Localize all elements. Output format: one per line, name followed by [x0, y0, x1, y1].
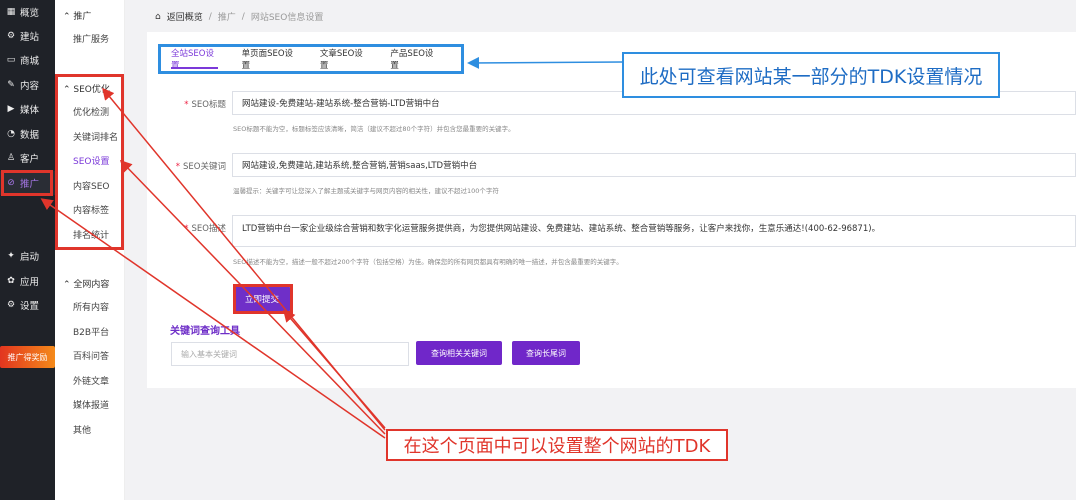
- nav-item-content[interactable]: ✎ 内容: [0, 73, 55, 97]
- home-icon[interactable]: ⌂: [155, 12, 161, 22]
- seo-keywords-label: * SEO关键词: [175, 162, 226, 172]
- nav-item-settings[interactable]: ⚙ 设置: [0, 293, 55, 317]
- nav-item-customer[interactable]: ♙ 客户: [0, 146, 55, 170]
- sub-item-other[interactable]: 其他: [73, 423, 91, 436]
- gear-icon: ⚙: [6, 31, 16, 41]
- nav-item-media[interactable]: ▶ 媒体: [0, 97, 55, 121]
- sub-item-promotion-service[interactable]: 推广服务: [73, 32, 109, 45]
- sub-item-all-content[interactable]: 所有内容: [73, 300, 109, 313]
- rocket-icon: ✦: [7, 251, 15, 261]
- user-icon: ♙: [6, 153, 16, 163]
- nav-item-shop[interactable]: ▭ 商城: [0, 48, 55, 72]
- sub-item-media-reports[interactable]: 媒体报道: [73, 398, 109, 411]
- group-title-all-content[interactable]: ⌃ 全网内容: [63, 277, 109, 290]
- seo-title-label: * SEO标题: [184, 100, 226, 110]
- grid-icon: ▦: [6, 7, 16, 17]
- group-title-promotion[interactable]: ⌃ 推广: [63, 9, 91, 22]
- sub-item-qa[interactable]: 百科问答: [73, 349, 109, 362]
- seo-keywords-input[interactable]: 网站建设,免费建站,建站系统,整合营销,营销saas,LTD营销中台: [232, 153, 1076, 177]
- tab-site-seo[interactable]: 全站SEO设置: [171, 47, 218, 71]
- breadcrumb-home[interactable]: 返回概览: [167, 10, 203, 23]
- settings-icon: ⚙: [6, 300, 16, 310]
- annotation-seo-box: [55, 74, 124, 250]
- shop-icon: ▭: [6, 55, 16, 65]
- tab-product-seo[interactable]: 产品SEO设置: [390, 47, 437, 71]
- promo-badge[interactable]: 推广得奖励: [0, 346, 55, 368]
- query-longtail-button[interactable]: 查询长尾词: [512, 341, 580, 365]
- tab-article-seo[interactable]: 文章SEO设置: [320, 47, 367, 71]
- annotation-submit-box: [233, 284, 293, 314]
- breadcrumb-separator: /: [208, 11, 212, 22]
- apps-icon: ✿: [7, 276, 15, 286]
- breadcrumb: ⌂ 返回概览 / 推广 / 网站SEO信息设置: [155, 10, 324, 24]
- seo-description-hint: SEO描述不能为空，描述一般不超过200个字符（包括空格）为佳。确保您的所有网页…: [233, 258, 623, 266]
- seo-title-hint: SEO标题不能为空，标题标签应该清晰，简洁（建议不超过80个字符）并包含您最重要…: [233, 125, 515, 133]
- annotation-promotion-box: [1, 170, 53, 196]
- keyword-input[interactable]: 输入基本关键词: [171, 342, 409, 366]
- media-icon: ▶: [7, 104, 15, 114]
- callout-tabs: 此处可查看网站某一部分的TDK设置情况: [622, 52, 1000, 98]
- nav-item-apps[interactable]: ✿ 应用: [0, 269, 55, 293]
- nav-item-data[interactable]: ◔ 数据: [0, 122, 55, 146]
- tab-page-seo[interactable]: 单页面SEO设置: [242, 47, 296, 71]
- seo-description-input[interactable]: LTD营销中台一家企业级综合营销和数字化运营服务提供商，为您提供网站建设、免费建…: [232, 215, 1076, 247]
- nav-item-build[interactable]: ⚙ 建站: [0, 24, 55, 48]
- sub-item-external-articles[interactable]: 外链文章: [73, 374, 109, 387]
- callout-tdk: 在这个页面中可以设置整个网站的TDK: [386, 429, 728, 461]
- keyword-tool-title: 关键词查询工具: [170, 326, 240, 337]
- sub-item-b2b[interactable]: B2B平台: [73, 325, 109, 338]
- seo-description-label: * SEO描述: [184, 224, 226, 234]
- breadcrumb-level2: 网站SEO信息设置: [250, 13, 324, 23]
- chart-icon: ◔: [7, 129, 15, 139]
- seo-tabs: 全站SEO设置 单页面SEO设置 文章SEO设置 产品SEO设置: [158, 44, 464, 74]
- nav-item-overview[interactable]: ▦ 概览: [0, 0, 55, 24]
- breadcrumb-level1[interactable]: 推广: [218, 10, 236, 23]
- breadcrumb-separator: /: [241, 11, 245, 22]
- primary-sidebar: ▦ 概览 ⚙ 建站 ▭ 商城 ✎ 内容 ▶ 媒体 ◔ 数据 ♙ 客户 ⊘ 推广 ✦ 启动 ✿ 应用 …: [0, 0, 55, 500]
- seo-keywords-hint: 温馨提示：关键字可让您深入了解主题或关键字与网页内容的相关性，建议不超过100个…: [233, 187, 499, 195]
- query-related-keywords-button[interactable]: 查询相关关键词: [416, 341, 502, 365]
- nav-item-launch[interactable]: ✦ 启动: [0, 244, 55, 268]
- edit-icon: ✎: [7, 80, 15, 90]
